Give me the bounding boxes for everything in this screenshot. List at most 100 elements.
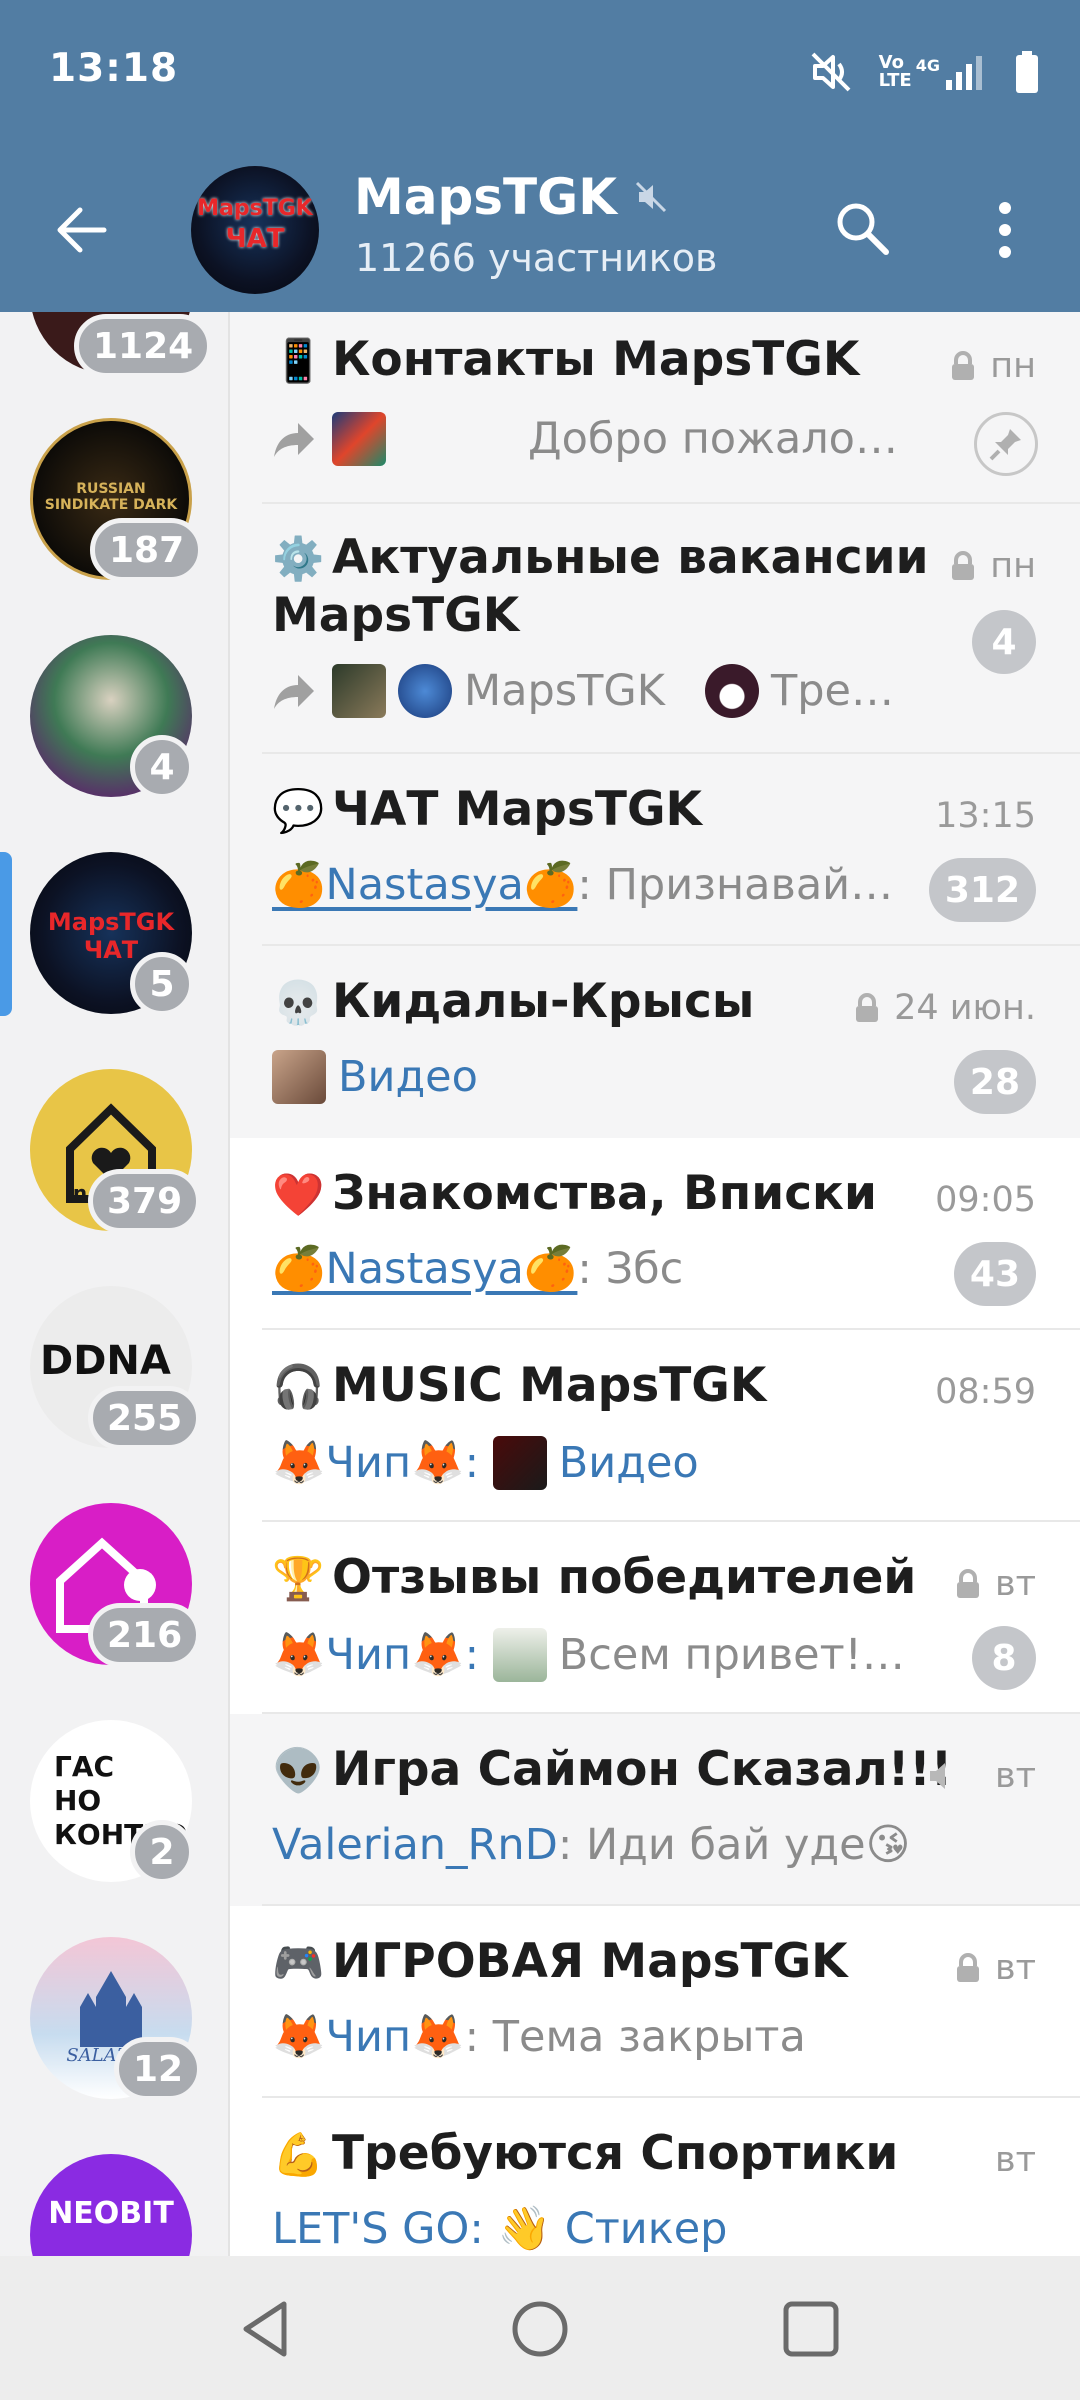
- back-triangle-icon[interactable]: [232, 2294, 302, 2364]
- chat-row[interactable]: 💀 Кидалы-Крысы 24 июн. Видео 28: [230, 946, 1080, 1138]
- recents-square-icon[interactable]: [776, 2294, 846, 2364]
- sidebar-badge: 4: [130, 735, 194, 799]
- sidebar-avatar-text: RUSSIAN SINDIKATE DARK: [44, 481, 178, 513]
- chat-time: 13:15: [935, 796, 1036, 836]
- chat-title-text: Актуальные вакансии: [332, 530, 929, 585]
- sidebar-badge: 5: [130, 952, 194, 1016]
- system-nav-bar: [0, 2256, 1080, 2400]
- status-time: 13:18: [49, 46, 179, 91]
- forward-icon: [274, 675, 314, 709]
- chat-time-text: вт: [994, 1756, 1036, 1796]
- alien-emoji-icon: 👽: [272, 1746, 325, 1795]
- more-vert-icon[interactable]: [990, 198, 1020, 262]
- chat-title-text: Игра Саймон Сказал!!!: [332, 1742, 953, 1797]
- chat-preview: Видео: [272, 1050, 478, 1104]
- sidebar-avatar: NEOBIT: [30, 2154, 192, 2256]
- chat-preview: Valerian_RnD: Иди бай уде😘: [272, 1820, 910, 1870]
- chat-row[interactable]: 🏆 Отзывы победителей вт 🦊Чип🦊: Всем приве…: [230, 1522, 1080, 1714]
- video-thumbnail: [272, 1050, 326, 1104]
- sidebar-chat-4[interactable]: MapsTGK ЧАТ 5: [30, 852, 194, 1016]
- chat-subtitle[interactable]: 11266 участников: [355, 236, 717, 280]
- sidebar-chat-3[interactable]: 4: [30, 635, 194, 799]
- game-emoji-icon: 🎮: [272, 1938, 325, 1987]
- chat-row[interactable]: 💪 Требуются Спортики вт LET'S GO: 👋 Стике…: [230, 2098, 1080, 2256]
- chat-title-text: Кидалы-Крысы: [332, 974, 755, 1029]
- chat-preview: MapsTGK Тре…: [272, 664, 894, 718]
- unread-badge: 4: [972, 610, 1036, 674]
- chat-row[interactable]: 👽 Игра Саймон Сказал!!! вт Valerian_RnD: …: [230, 1714, 1080, 1906]
- chat-title: 💀 Кидалы-Крысы: [272, 974, 754, 1029]
- chat-title: 🏆 Отзывы победителей: [272, 1550, 916, 1605]
- sidebar-chat-10[interactable]: NEOBIT: [30, 2154, 192, 2256]
- chat-preview: Добро пожало…: [272, 412, 898, 466]
- chat-row[interactable]: ⚙️ Актуальные вакансии MapsTGK пн 4 MapsT…: [230, 504, 1080, 754]
- chat-title: 🎧 MUSIC MapsTGK: [272, 1358, 766, 1413]
- search-icon[interactable]: [832, 198, 892, 258]
- chat-row[interactable]: 🎧 MUSIC MapsTGK 08:59 🦊Чип🦊: Видео: [230, 1330, 1080, 1522]
- chat-preview: 🍊Nastasya🍊: Признавай…: [272, 860, 893, 910]
- battery-icon: [1016, 51, 1038, 93]
- back-arrow-icon[interactable]: [52, 202, 110, 258]
- chat-title: ⚙️ Актуальные вакансии: [272, 530, 929, 585]
- chat-preview: LET'S GO: 👋 Стикер: [272, 2204, 728, 2254]
- speaker-icon: [929, 1763, 945, 1789]
- chat-time-text: пн: [990, 546, 1036, 586]
- chat-preview-text: : Признавай…: [577, 860, 894, 910]
- chat-time-text: 24 июн.: [894, 988, 1036, 1028]
- chat-title-text: Контакты MapsTGK: [332, 332, 860, 387]
- sidebar-badge: 379: [88, 1169, 202, 1233]
- sidebar-chat-6[interactable]: DDNA 255: [30, 1286, 202, 1450]
- network-label: 4G: [915, 55, 940, 75]
- chat-avatar[interactable]: MapsTGK ЧАТ: [191, 166, 319, 294]
- chat-row[interactable]: 🎮 ИГРОВАЯ MapsTGK вт 🦊Чип🦊: Тема закрыта: [230, 1906, 1080, 2098]
- sidebar-chat-8[interactable]: ГАС НО КОНТРО 2: [30, 1720, 194, 1884]
- chat-title-line-2: MapsTGK: [272, 588, 520, 643]
- heart-emoji-icon: ❤️: [272, 1170, 325, 1219]
- chat-row[interactable]: ❤️ Знакомства, Вписки 09:05 🍊Nastasya🍊: З…: [230, 1138, 1080, 1330]
- chat-sender: Valerian_RnD: [272, 1820, 558, 1870]
- chat-title-text: Отзывы победителей: [332, 1550, 917, 1605]
- home-circle-icon[interactable]: [505, 2294, 575, 2364]
- chat-row[interactable]: 💬 ЧАТ MapsTGK 13:15 🍊Nastasya🍊: Признавай…: [230, 754, 1080, 946]
- image-thumbnail: [332, 664, 386, 718]
- sidebar-badge: 187: [90, 518, 204, 582]
- chat-title[interactable]: MapsTGK: [354, 168, 669, 226]
- top-bar: 13:18 Vo LTE 4G MapsTGK ЧАТ MapsTGK 1126…: [0, 0, 1080, 312]
- hood-avatar: [704, 664, 759, 718]
- chat-time: 24 июн.: [854, 988, 1036, 1028]
- sidebar-chat-2[interactable]: RUSSIAN SINDIKATE DARK 187: [30, 418, 204, 582]
- sidebar-avatar-text: DDNA: [40, 1338, 171, 1384]
- sidebar-chat-7[interactable]: 216: [30, 1503, 202, 1667]
- chat-time-text: 08:59: [935, 1372, 1036, 1412]
- forward-icon: [274, 423, 314, 457]
- chat-preview-text: 👋 Стикер: [497, 2204, 728, 2254]
- chat-title: 👽 Игра Саймон Сказал!!!: [272, 1742, 952, 1797]
- chat-title-text: MapsTGK: [354, 168, 617, 226]
- sidebar-badge: 216: [88, 1603, 202, 1667]
- sidebar-chat-5[interactable]: in 379: [30, 1069, 202, 1233]
- chat-preview-text: Добро пожало…: [528, 414, 898, 464]
- 4g-signal-icon: [946, 56, 982, 90]
- trophy-emoji-icon: 🏆: [272, 1554, 325, 1603]
- lock-icon: [856, 993, 879, 1022]
- pin-icon: [974, 412, 1038, 476]
- chat-time-text: вт: [994, 1564, 1036, 1604]
- chat-preview-text: Всем привет!…: [558, 1630, 905, 1680]
- chat-time: вт: [995, 2140, 1036, 2180]
- sidebar-chat-1[interactable]: 1124: [30, 312, 213, 378]
- active-indicator: [0, 852, 12, 1016]
- avatar-logo-line-2: ЧАТ: [225, 224, 285, 254]
- sidebar-chat-9[interactable]: SALAZAR 12: [30, 1937, 203, 2101]
- chat-title-text: ЧАТ MapsTGK: [332, 782, 702, 837]
- chat-time-text: вт: [994, 1948, 1036, 1988]
- lock-icon: [956, 1569, 979, 1598]
- chat-row[interactable]: 📱 Контакты MapsTGK пн Добро пожало…: [230, 312, 1080, 504]
- chat-header: MapsTGK ЧАТ MapsTGK 11266 участников: [0, 160, 1080, 300]
- speaker-muted-icon: [635, 181, 667, 213]
- unread-badge: 312: [928, 858, 1036, 922]
- folder-sidebar: 1124 RUSSIAN SINDIKATE DARK 187 4 MapsTG…: [0, 312, 228, 2256]
- chat-title-text: Знакомства, Вписки: [332, 1166, 877, 1221]
- mute-icon: [811, 52, 851, 92]
- phone-emoji-icon: 📱: [272, 336, 325, 385]
- video-thumbnail: [332, 412, 386, 466]
